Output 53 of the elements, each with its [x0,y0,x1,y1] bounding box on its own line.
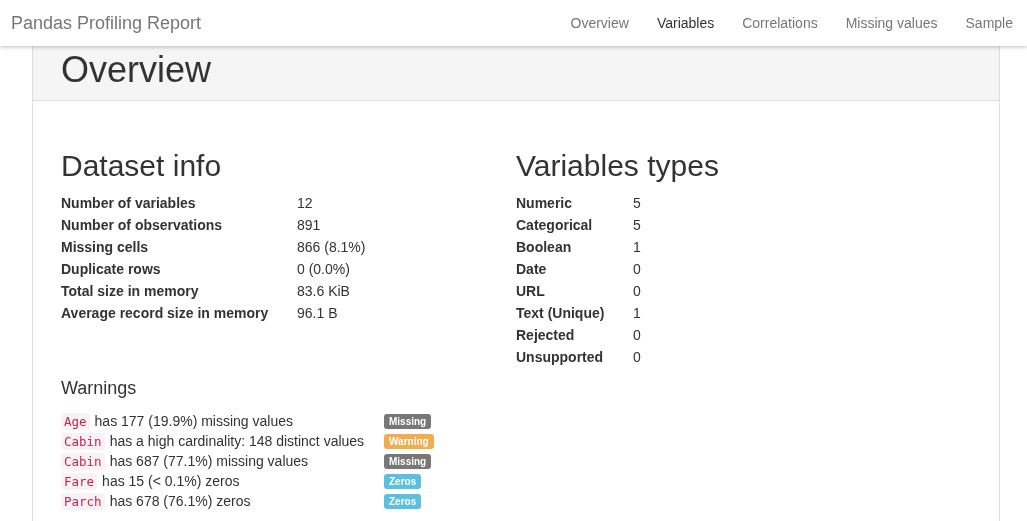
stat-value: 891 [297,216,322,235]
type-count: 0 [633,348,641,367]
warning-message: has 15 (< 0.1%) zeros [102,473,240,489]
type-count: 5 [633,194,641,213]
nav-link[interactable]: Missing values [831,15,952,31]
type-label: Text (Unique) [516,304,606,323]
brand-title[interactable]: Pandas Profiling Report [0,12,202,34]
variable-code: Cabin [61,452,105,470]
type-label: Boolean [516,238,573,257]
variable-code: Age [61,412,90,430]
stat-value: 83.6 KiB [297,282,351,301]
stat-label: Number of observations [61,214,297,236]
nav-link[interactable]: Correlations [728,15,832,31]
type-count: 5 [633,216,641,235]
type-label: Numeric [516,192,633,214]
type-count: 0 [633,326,641,345]
warning-badge: Missing [384,453,432,469]
nav-link[interactable]: Sample [951,15,1027,31]
stat-value: 0 (0.0%) [297,260,351,279]
section-title: Overview [61,52,212,88]
stat-label: Duplicate rows [61,258,297,280]
type-label: Rejected [516,324,633,346]
warning-badge: Zeros [384,493,422,509]
nav-link[interactable]: Variables [642,15,729,31]
type-label: Date [516,258,633,280]
warnings-title: Warnings [61,378,138,399]
stat-value: 96.1 B [297,304,339,323]
nav-link[interactable]: Overview [556,15,643,31]
stat-label: Number of variables [61,194,197,213]
warning-badge: Warning [384,433,434,449]
type-label: Unsupported [516,346,633,368]
warning-message: has 177 (19.9%) missing values [94,413,293,429]
warning-badge: Zeros [384,473,422,489]
warning-message: has 687 (77.1%) missing values [109,453,309,469]
stat-label: Total size in memory [61,280,297,302]
type-count: 0 [633,260,641,279]
type-label: Categorical [516,214,633,236]
warning-message: has a high cardinality: 148 distinct values [109,433,365,449]
type-count: 0 [633,282,641,301]
stat-label: Average record size in memory [61,302,297,324]
stat-value: 866 (8.1%) [297,238,366,257]
dataset-info-title: Dataset info [61,149,223,182]
type-label: URL [516,280,633,302]
variable-code: Cabin [61,432,105,450]
warning-badge: Missing [384,413,432,429]
warning-message: has 678 (76.1%) zeros [109,493,251,509]
variable-types-title: Variables types [516,149,720,182]
variable-code: Fare [61,472,98,490]
type-count: 1 [633,238,641,257]
type-count: 1 [633,304,641,323]
stat-label: Missing cells [61,236,297,258]
variable-code: Parch [61,492,105,510]
stat-value: 12 [297,194,314,213]
